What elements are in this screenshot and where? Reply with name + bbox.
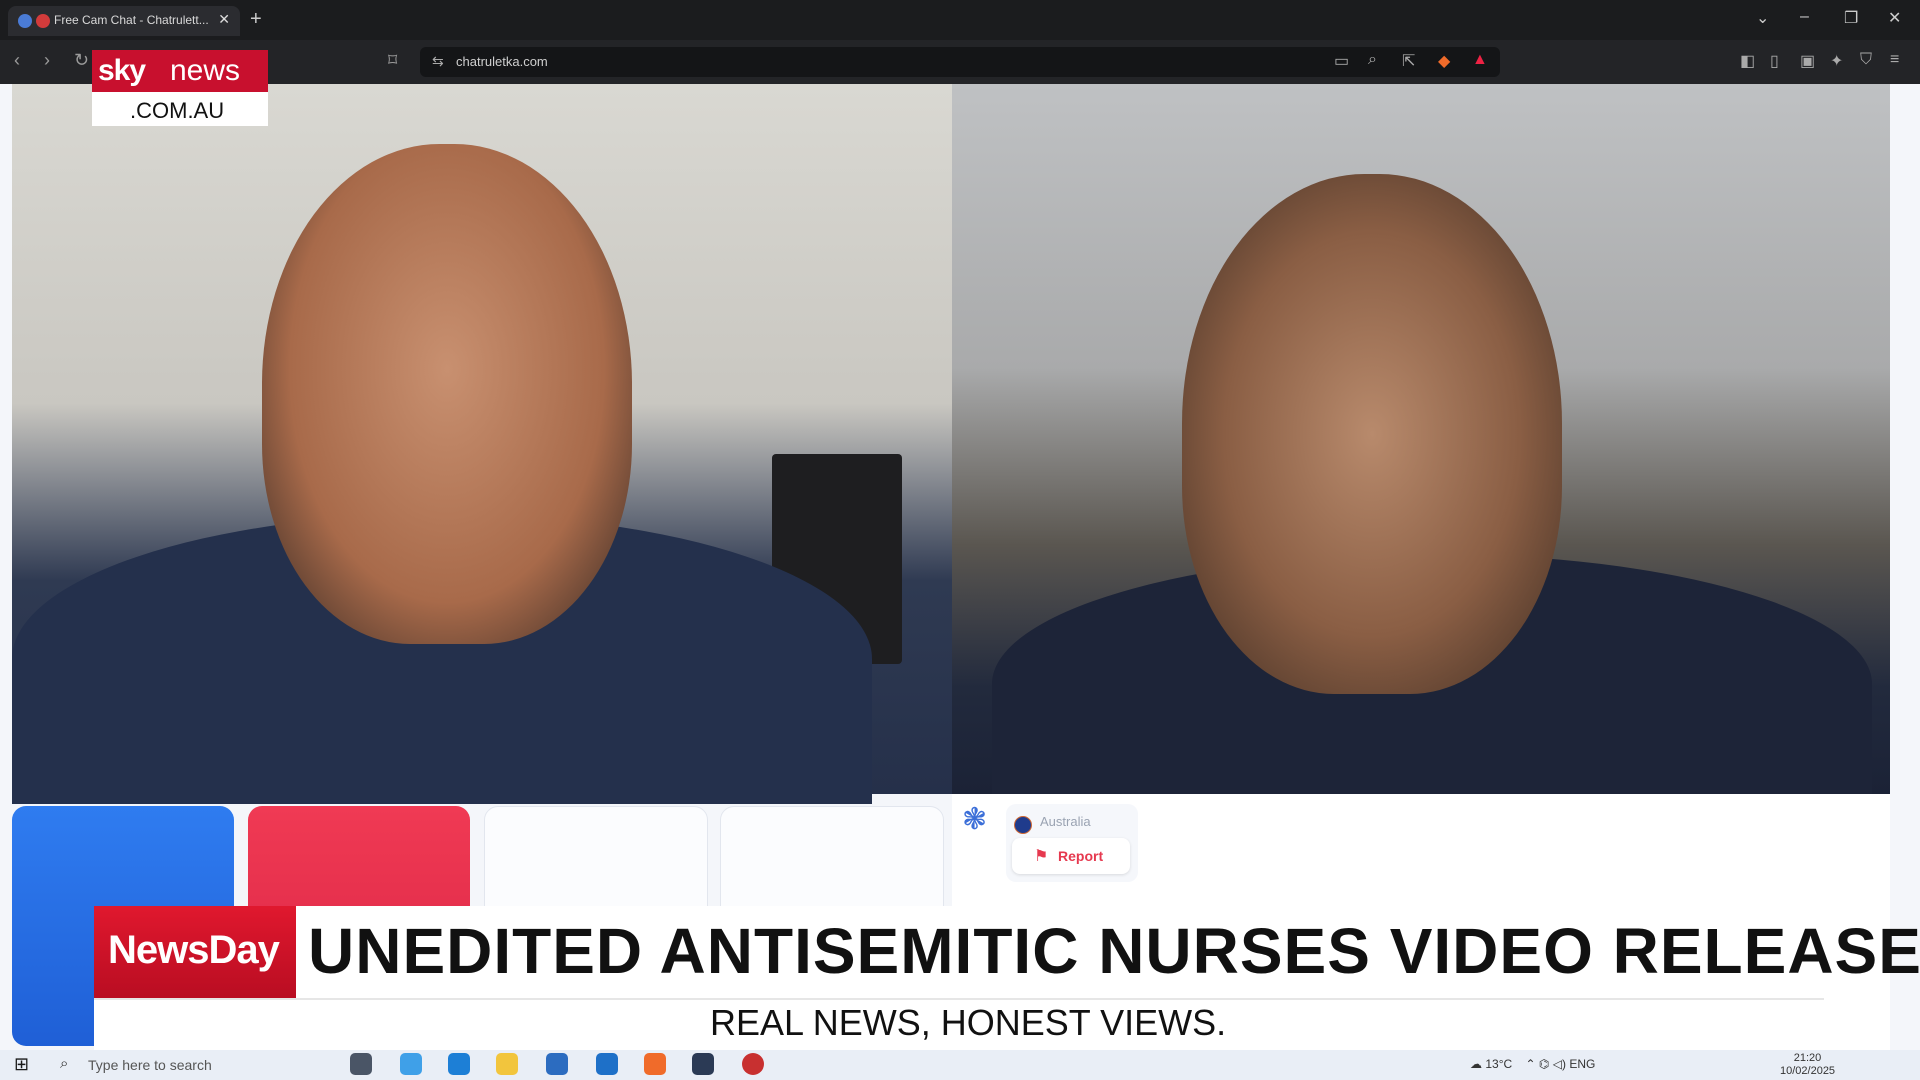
task-view-icon[interactable] xyxy=(350,1053,372,1075)
report-button[interactable]: ⚑ Report xyxy=(1012,838,1130,874)
remote-video-feed xyxy=(952,84,1890,814)
logo-sky-text: sky xyxy=(98,54,146,87)
brave-rewards-icon[interactable]: ▲ xyxy=(1472,51,1488,69)
left-person-head xyxy=(262,144,632,644)
local-video-feed xyxy=(12,84,952,804)
mail-icon[interactable] xyxy=(596,1053,618,1075)
report-flag-icon: ⚑ xyxy=(1034,848,1049,865)
search-icon[interactable]: ⌕ xyxy=(60,1055,68,1072)
right-person-head xyxy=(1182,174,1562,694)
windows-taskbar xyxy=(0,1050,1920,1080)
forward-icon[interactable]: › xyxy=(44,50,50,71)
clock-time: 21:20 xyxy=(1793,1052,1822,1064)
taskbar-clock[interactable]: 21:20 10/02/2025 xyxy=(1780,1052,1835,1078)
edge-icon[interactable] xyxy=(448,1053,470,1075)
sidebar-icon[interactable]: ▯ xyxy=(1770,51,1779,71)
language-indicator[interactable]: ENG xyxy=(1569,1057,1595,1071)
australia-flag-icon xyxy=(1014,816,1032,834)
volume-icon[interactable]: ◁) xyxy=(1553,1057,1566,1071)
weather-temp[interactable]: 13°C xyxy=(1485,1057,1512,1071)
cast-icon[interactable]: ▭ xyxy=(1334,51,1349,71)
clock-date: 10/02/2025 xyxy=(1780,1065,1836,1077)
sky-news-logo-bottom: .COM.AU xyxy=(92,92,268,126)
headline: UNEDITED ANTISEMITIC NURSES VIDEO RELEAS… xyxy=(308,915,1920,987)
windows-start-icon[interactable]: ⊞ xyxy=(14,1054,29,1075)
extensions-icon[interactable]: ◧ xyxy=(1740,51,1755,71)
share-icon[interactable]: ⇱ xyxy=(1402,51,1415,71)
wallet-icon[interactable]: ▣ xyxy=(1800,51,1815,71)
show-badge: NewsDay xyxy=(94,906,296,998)
tab-title: Free Cam Chat - Chatrulett... xyxy=(54,13,209,27)
brave-shield-icon[interactable]: ◆ xyxy=(1438,51,1450,71)
zoom-icon[interactable]: ⌕ xyxy=(1368,51,1377,69)
system-tray: ☁ 13°C ⌃ ⌬ ◁) ENG xyxy=(1470,1057,1595,1071)
tab-close-icon[interactable]: ✕ xyxy=(218,11,230,28)
tray-chevron-icon[interactable]: ⌃ xyxy=(1526,1057,1536,1071)
menu-icon[interactable]: ≡ xyxy=(1890,51,1899,69)
file-explorer-icon[interactable] xyxy=(496,1053,518,1075)
copilot-icon[interactable] xyxy=(400,1053,422,1075)
leo-icon[interactable]: ✦ xyxy=(1830,51,1843,71)
chatruletka-logo-icon: ❃ xyxy=(962,803,988,836)
app-icon[interactable] xyxy=(692,1053,714,1075)
tab-search-icon[interactable]: ⌄ xyxy=(1756,8,1769,28)
logo-domain-text: .COM.AU xyxy=(130,98,225,123)
close-window-button[interactable]: ✕ xyxy=(1888,8,1901,28)
sky-news-logo-top: sky news xyxy=(92,50,268,92)
back-icon[interactable]: ‹ xyxy=(14,50,20,71)
sky-news-logo: sky news .COM.AU xyxy=(92,50,268,126)
address-url: chatruletka.com xyxy=(456,54,548,69)
bookmark-icon[interactable]: ⌑ xyxy=(388,50,397,71)
taskbar-search-input[interactable]: Type here to search xyxy=(88,1057,212,1073)
tab-favicon-icon xyxy=(18,14,32,28)
weather-icon[interactable]: ☁ xyxy=(1470,1057,1482,1071)
partner-country: Australia xyxy=(1040,814,1091,829)
tab-recording-icon xyxy=(36,14,50,28)
restore-button[interactable]: ❐ xyxy=(1844,8,1858,28)
report-label: Report xyxy=(1058,848,1104,864)
recorder-icon[interactable] xyxy=(742,1053,764,1075)
show-name: NewsDay xyxy=(108,928,280,972)
logo-news-text: news xyxy=(170,54,241,87)
brave-taskbar-icon[interactable] xyxy=(644,1053,666,1075)
reload-icon[interactable]: ↻ xyxy=(74,50,89,71)
browser-tab-bar xyxy=(0,0,1920,40)
store-icon[interactable] xyxy=(546,1053,568,1075)
site-info-icon[interactable]: ⇆ xyxy=(432,53,444,70)
minimize-button[interactable]: – xyxy=(1800,8,1809,26)
tagline: REAL NEWS, HONEST VIEWS. xyxy=(710,1002,1227,1043)
vpn-icon[interactable]: ⛉ xyxy=(1860,51,1872,69)
network-icon[interactable]: ⌬ xyxy=(1539,1057,1549,1071)
new-tab-button[interactable]: + xyxy=(250,8,262,31)
browser-tab[interactable]: Free Cam Chat - Chatrulett... ✕ xyxy=(8,6,240,36)
